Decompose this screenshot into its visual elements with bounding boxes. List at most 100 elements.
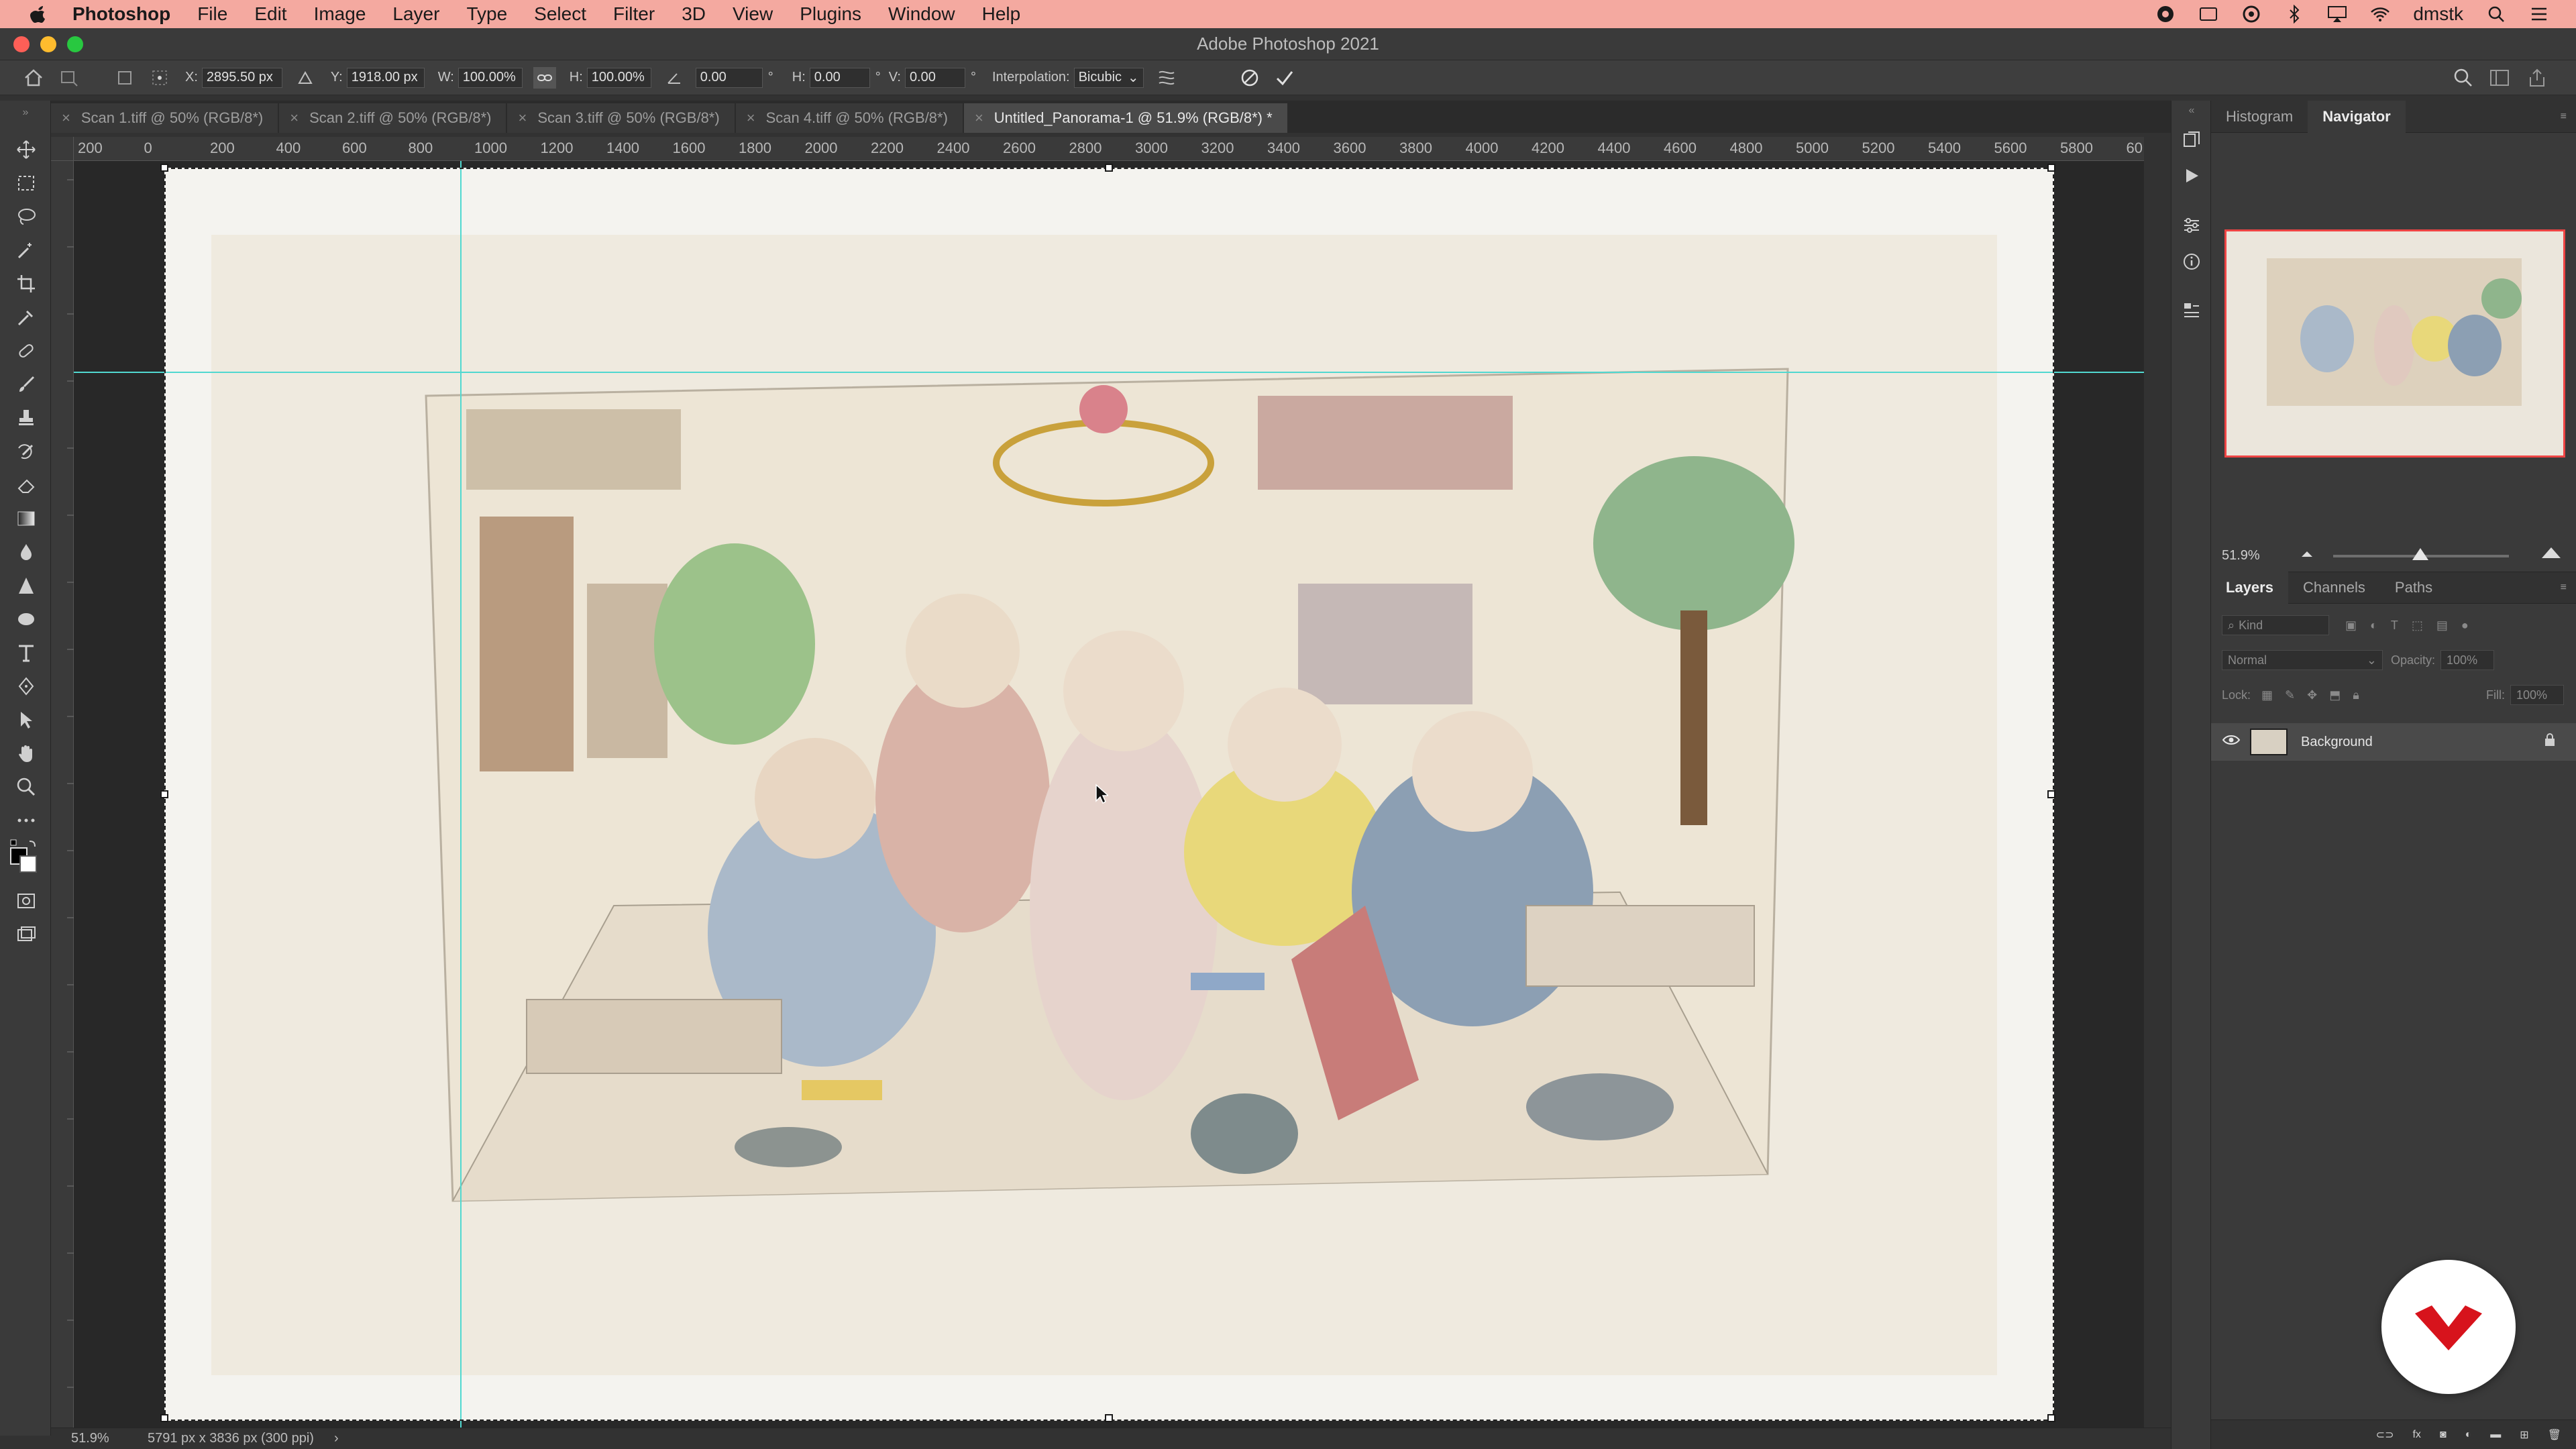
- transform-handle-top-left[interactable]: [160, 164, 168, 172]
- tab-scan-1[interactable]: × Scan 1.tiff @ 50% (RGB/8*): [51, 103, 278, 133]
- magic-wand-tool-icon[interactable]: [15, 239, 38, 262]
- menu-3d[interactable]: 3D: [682, 3, 706, 25]
- vertical-ruler[interactable]: [51, 161, 74, 1428]
- more-tools-icon[interactable]: [15, 809, 38, 832]
- properties-panel-icon[interactable]: [2181, 299, 2202, 321]
- layer-row-background[interactable]: Background: [2211, 723, 2576, 761]
- filter-adjustment-icon[interactable]: ◐: [2370, 619, 2377, 633]
- clone-stamp-tool-icon[interactable]: [15, 407, 38, 429]
- interpolation-select[interactable]: Bicubic ⌄: [1073, 67, 1144, 88]
- tab-navigator[interactable]: Navigator: [2308, 100, 2406, 133]
- close-icon[interactable]: ×: [975, 109, 983, 127]
- tab-paths[interactable]: Paths: [2380, 572, 2447, 604]
- ruler-origin[interactable]: [51, 137, 74, 161]
- lock-artboard-icon[interactable]: ⬒: [2329, 688, 2341, 702]
- tab-scan-3[interactable]: × Scan 3.tiff @ 50% (RGB/8*): [507, 103, 735, 133]
- home-icon[interactable]: [21, 66, 46, 90]
- y-position-field[interactable]: 1918.00 px: [346, 67, 425, 88]
- transform-handle-left[interactable]: [160, 790, 168, 798]
- lock-all-icon[interactable]: 🔒︎: [2353, 688, 2359, 702]
- warp-mode-icon[interactable]: [1155, 66, 1179, 90]
- layer-effects-icon[interactable]: fx: [2412, 1429, 2420, 1441]
- menu-filter[interactable]: Filter: [613, 3, 655, 25]
- tab-scan-2[interactable]: × Scan 2.tiff @ 50% (RGB/8*): [279, 103, 506, 133]
- control-center-icon[interactable]: [2529, 5, 2549, 23]
- filter-smart-object-icon[interactable]: ▤: [2436, 619, 2448, 633]
- layer-name[interactable]: Background: [2301, 735, 2373, 750]
- tab-scan-4[interactable]: × Scan 4.tiff @ 50% (RGB/8*): [735, 103, 963, 133]
- eyedropper-tool-icon[interactable]: [15, 306, 38, 329]
- app-menu[interactable]: Photoshop: [72, 3, 170, 25]
- blur-tool-icon[interactable]: [15, 541, 38, 564]
- transform-bounding-box[interactable]: [160, 164, 2055, 1422]
- lasso-tool-icon[interactable]: [15, 205, 38, 228]
- menu-edit[interactable]: Edit: [254, 3, 286, 25]
- actions-play-icon[interactable]: [2181, 165, 2202, 186]
- airplay-icon[interactable]: [2327, 5, 2347, 23]
- zoom-level[interactable]: 51.9%: [71, 1431, 131, 1446]
- pen-tool-icon-alt[interactable]: [15, 608, 38, 631]
- reference-point-grid-icon[interactable]: [148, 66, 172, 90]
- menu-type[interactable]: Type: [466, 3, 507, 25]
- reference-point-checkbox[interactable]: [113, 66, 137, 90]
- close-window-button[interactable]: [13, 36, 30, 52]
- transform-handle-right[interactable]: [2047, 790, 2055, 798]
- new-group-icon[interactable]: ▬: [2490, 1429, 2501, 1441]
- color-swatches[interactable]: [9, 839, 43, 873]
- link-layers-icon[interactable]: ⊂⊃: [2376, 1428, 2394, 1442]
- menu-layer[interactable]: Layer: [392, 3, 439, 25]
- zoom-tool-icon[interactable]: [15, 775, 38, 798]
- tab-layers[interactable]: Layers: [2211, 572, 2288, 604]
- apple-icon[interactable]: [24, 4, 52, 24]
- vertical-skew-field[interactable]: 0.00: [904, 67, 965, 88]
- bluetooth-icon[interactable]: [2284, 5, 2304, 23]
- wifi-icon[interactable]: [2370, 5, 2390, 23]
- tab-untitled-panorama[interactable]: × Untitled_Panorama-1 @ 51.9% (RGB/8*) *: [963, 103, 1287, 133]
- commit-transform-icon[interactable]: [1273, 66, 1297, 90]
- height-field[interactable]: 100.00%: [586, 67, 651, 88]
- info-icon[interactable]: [2181, 251, 2202, 272]
- dodge-tool-icon[interactable]: [15, 574, 38, 597]
- panel-menu-icon[interactable]: ≡: [2561, 111, 2567, 123]
- screen-mode-icon[interactable]: [15, 923, 38, 946]
- spotlight-search-icon[interactable]: [2486, 5, 2506, 23]
- blend-mode-select[interactable]: Normal ⌄: [2222, 650, 2383, 670]
- tab-channels[interactable]: Channels: [2288, 572, 2380, 604]
- visibility-eye-icon[interactable]: [2222, 734, 2241, 750]
- transform-handle-bottom-right[interactable]: [2047, 1414, 2055, 1422]
- close-icon[interactable]: ×: [290, 109, 299, 127]
- collapse-toolbar-icon[interactable]: »: [5, 107, 46, 118]
- horizontal-ruler[interactable]: 200 0 200 400 600 800 1000 1200 1400 1600 1800 2000…: [74, 137, 2144, 161]
- tab-histogram[interactable]: Histogram: [2211, 101, 2308, 133]
- adjustment-layer-icon[interactable]: ◐: [2465, 1429, 2472, 1441]
- opacity-field[interactable]: 100%: [2440, 650, 2495, 670]
- cancel-transform-icon[interactable]: [1238, 66, 1262, 90]
- history-brush-tool-icon[interactable]: [15, 440, 38, 463]
- crop-tool-icon[interactable]: [15, 272, 38, 295]
- adjustments-icon[interactable]: [2181, 215, 2202, 236]
- zoom-out-icon[interactable]: [2300, 547, 2314, 564]
- filter-type-icon[interactable]: T: [2391, 619, 2398, 633]
- navigator-preview[interactable]: [2224, 229, 2565, 458]
- move-tool-icon[interactable]: [15, 138, 38, 161]
- eraser-tool-icon[interactable]: [15, 474, 38, 496]
- menu-view[interactable]: View: [733, 3, 773, 25]
- username-label[interactable]: dmstk: [2413, 3, 2463, 25]
- filter-pixel-icon[interactable]: ▣: [2345, 619, 2357, 633]
- menu-select[interactable]: Select: [534, 3, 586, 25]
- quick-mask-icon[interactable]: [15, 890, 38, 912]
- history-panel-icon[interactable]: [2181, 129, 2202, 150]
- close-icon[interactable]: ×: [747, 109, 755, 127]
- navigator-zoom-slider[interactable]: [2333, 548, 2509, 560]
- transform-handle-bottom[interactable]: [1105, 1414, 1113, 1422]
- creative-cloud-icon[interactable]: [2155, 5, 2176, 23]
- filter-toggle-icon[interactable]: ●: [2461, 619, 2469, 633]
- add-mask-icon[interactable]: ◙: [2440, 1429, 2447, 1441]
- delta-icon[interactable]: [293, 66, 317, 90]
- healing-brush-tool-icon[interactable]: [15, 339, 38, 362]
- transform-handle-top[interactable]: [1105, 164, 1113, 172]
- path-selection-tool-icon[interactable]: [15, 708, 38, 731]
- lock-position-icon[interactable]: ✥: [2307, 688, 2317, 702]
- panel-menu-icon[interactable]: ≡: [2561, 582, 2567, 594]
- lock-paint-icon[interactable]: ✎: [2285, 688, 2295, 702]
